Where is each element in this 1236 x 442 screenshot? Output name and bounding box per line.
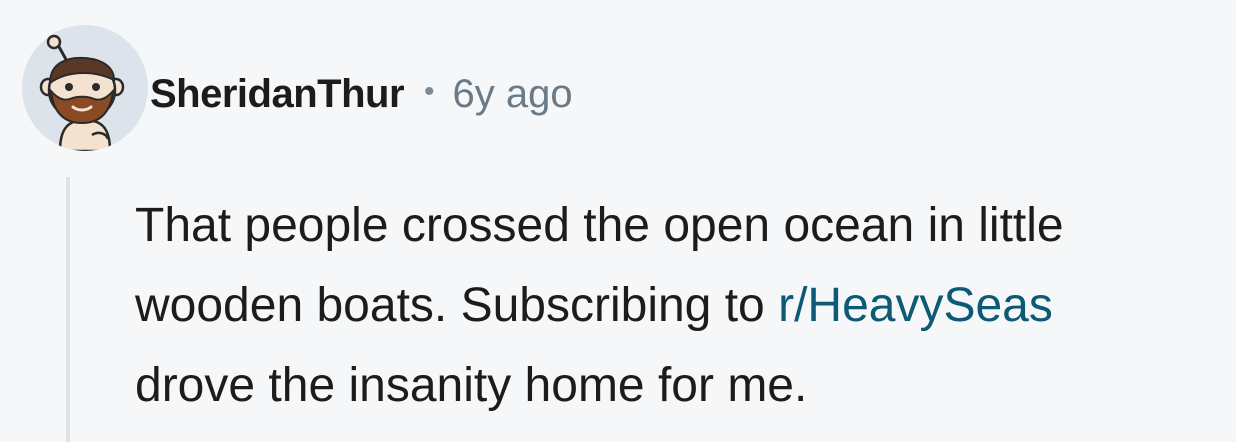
username-link[interactable]: SheridanThur <box>150 72 405 117</box>
comment-body-text: wooden boats. Subscribing to <box>135 279 779 332</box>
subreddit-link[interactable]: r/HeavySeas <box>778 279 1053 332</box>
comment-body-line-2: wooden boats. Subscribing to r/HeavySeas <box>135 266 1225 346</box>
snoo-avatar-icon <box>39 34 125 151</box>
comment: SheridanThur • 6y ago That people crosse… <box>0 0 1236 442</box>
thread-collapse-line[interactable] <box>66 177 70 442</box>
comment-timestamp[interactable]: 6y ago <box>453 72 573 117</box>
comment-body-line-1: That people crossed the open ocean in li… <box>135 199 1064 252</box>
comment-meta: SheridanThur • 6y ago <box>150 66 573 122</box>
meta-separator: • <box>424 75 435 108</box>
comment-body: That people crossed the open ocean in li… <box>135 186 1225 426</box>
user-avatar[interactable] <box>22 25 148 151</box>
comment-body-line-3: drove the insanity home for me. <box>135 359 808 412</box>
